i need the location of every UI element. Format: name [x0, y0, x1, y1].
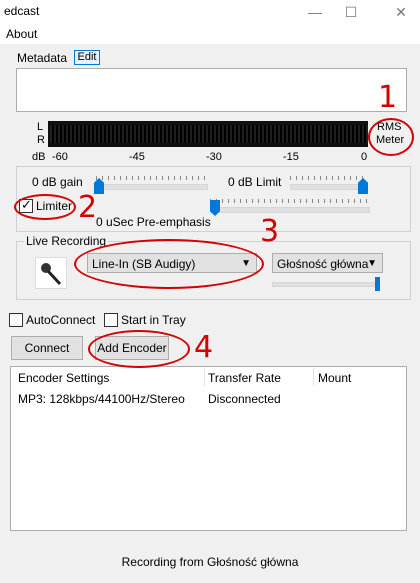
annotation-circle-3: [74, 239, 264, 289]
start-in-tray-label: Start in Tray: [121, 313, 186, 327]
tab-metadata[interactable]: Metadata: [17, 51, 67, 65]
level-meter-segments: [50, 125, 368, 143]
encoder-row-rate[interactable]: Disconnected: [208, 392, 281, 406]
tab-edit[interactable]: Edit: [74, 50, 100, 65]
meter-tick: -60: [52, 151, 68, 163]
column-divider: [313, 368, 314, 386]
preemphasis-slider-ticks: [210, 199, 368, 203]
encoder-list[interactable]: [10, 366, 407, 531]
annotation-number-1: 1: [378, 80, 398, 115]
menu-bar: [0, 24, 420, 44]
autoconnect-label: AutoConnect: [26, 313, 96, 327]
annotation-number-2: 2: [78, 190, 98, 225]
meter-right-label: R: [37, 134, 45, 146]
column-header-rate[interactable]: Transfer Rate: [208, 371, 281, 385]
annotation-circle-2: [14, 194, 76, 220]
chevron-down-icon: ▼: [367, 258, 377, 269]
meter-tick: -30: [206, 151, 222, 163]
gain-slider[interactable]: [96, 184, 208, 190]
autoconnect-checkbox[interactable]: [9, 313, 23, 327]
menu-about[interactable]: About: [6, 27, 37, 41]
annotation-number-4: 4: [194, 330, 214, 365]
status-text: Recording from Głośność główna: [121, 555, 299, 569]
column-header-mount[interactable]: Mount: [318, 371, 351, 385]
meter-tick: -15: [283, 151, 299, 163]
column-header-settings[interactable]: Encoder Settings: [18, 371, 109, 385]
start-in-tray-checkbox[interactable]: [104, 313, 118, 327]
maximize-button[interactable]: ☐: [336, 0, 366, 24]
connect-button[interactable]: Connect: [11, 336, 83, 360]
preemphasis-slider[interactable]: [210, 207, 370, 213]
mixer-channel-value: Głośność główna: [277, 257, 369, 271]
preemphasis-label: 0 uSec Pre-emphasis: [96, 215, 211, 229]
volume-slider[interactable]: [272, 282, 379, 287]
minimize-button[interactable]: —: [300, 0, 330, 24]
gain-label: 0 dB gain: [32, 175, 83, 189]
window-title: edcast: [4, 4, 40, 18]
meter-left-label: L: [37, 121, 44, 133]
meter-unit: dB: [32, 151, 46, 163]
limit-slider[interactable]: [290, 184, 368, 190]
live-recording-label: Live Recording: [24, 234, 109, 248]
gain-slider-ticks: [96, 176, 206, 180]
meter-tick: -45: [129, 151, 145, 163]
meter-tick: 0: [361, 151, 368, 163]
volume-slider-thumb[interactable]: [375, 277, 380, 291]
annotation-number-3: 3: [260, 214, 280, 249]
encoder-row-settings[interactable]: MP3: 128kbps/44100Hz/Stereo: [18, 392, 185, 406]
metadata-box[interactable]: [16, 68, 407, 112]
annotation-circle-4: [88, 330, 190, 368]
close-button[interactable]: ✕: [386, 0, 416, 24]
microphone-icon[interactable]: [35, 257, 67, 289]
column-divider: [204, 368, 205, 386]
annotation-circle-1: [368, 118, 414, 156]
mixer-channel-select[interactable]: Głośność główna ▼: [272, 253, 383, 273]
limit-slider-ticks: [290, 176, 366, 180]
limit-label: 0 dB Limit: [228, 175, 282, 189]
